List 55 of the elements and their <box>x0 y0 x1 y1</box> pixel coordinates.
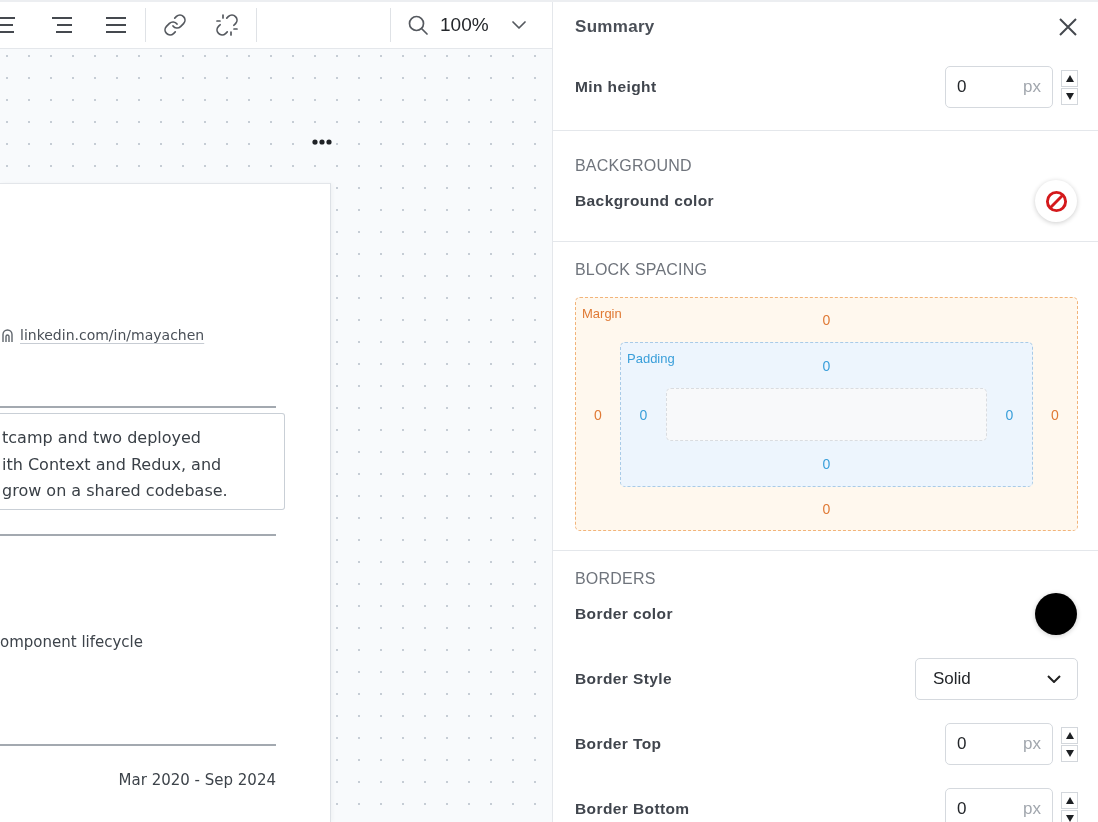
down-triangle-icon <box>1065 814 1074 822</box>
search-icon <box>408 15 428 35</box>
link-icon[interactable] <box>164 14 186 36</box>
number-field[interactable]: 0 px <box>945 66 1053 108</box>
profile-link[interactable]: linkedin.com/in/mayachen <box>20 325 205 345</box>
border-style-select[interactable]: Solid <box>915 658 1078 700</box>
increment-button[interactable] <box>1061 791 1078 809</box>
unlink-icon[interactable] <box>216 14 238 36</box>
no-color-swatch[interactable] <box>1035 180 1077 222</box>
field-label: Border Top <box>575 735 662 753</box>
padding-value[interactable]: 0 <box>822 357 831 374</box>
arch-icon <box>2 328 13 342</box>
margin-value[interactable]: 0 <box>822 312 831 328</box>
down-triangle-icon <box>1065 749 1074 757</box>
field-label: Border Bottom <box>575 800 690 818</box>
color-swatch[interactable] <box>1035 593 1077 635</box>
chevron-down-icon <box>512 21 526 29</box>
up-triangle-icon <box>1065 74 1074 82</box>
section-heading: BORDERS <box>575 569 657 589</box>
section-heading: BACKGROUND <box>575 156 693 176</box>
increment-button[interactable] <box>1061 69 1078 87</box>
padding-label: Padding <box>627 352 675 366</box>
close-icon[interactable] <box>1059 18 1077 36</box>
padding-value[interactable]: 0 <box>1005 406 1014 423</box>
up-triangle-icon <box>1065 796 1074 804</box>
margin-value[interactable]: 0 <box>822 500 831 517</box>
field-label: Min height <box>575 78 657 96</box>
field-label: Border color <box>575 605 673 623</box>
padding-value[interactable]: 0 <box>822 455 831 472</box>
number-field[interactable]: 0 px <box>945 788 1053 822</box>
zoom-select[interactable]: 100% <box>400 7 536 43</box>
number-field[interactable]: 0 px <box>945 723 1053 765</box>
margin-label: Margin <box>582 307 622 321</box>
field-label: Border Style <box>575 670 672 688</box>
margin-value[interactable]: 0 <box>1051 406 1059 423</box>
decrement-button[interactable] <box>1061 87 1078 105</box>
decrement-button[interactable] <box>1061 744 1078 762</box>
margin-value[interactable]: 0 <box>594 406 602 423</box>
summary-paragraph[interactable]: tcamp and two deployed ith Context and Redux, and grow on a shared codebase. <box>0 413 285 510</box>
panel-title: Summary <box>575 16 655 38</box>
more-icon[interactable] <box>312 139 332 145</box>
up-triangle-icon <box>1065 731 1074 739</box>
increment-button[interactable] <box>1061 726 1078 744</box>
text-align-icon[interactable] <box>0 16 16 34</box>
padding-value[interactable]: 0 <box>639 406 648 423</box>
decrement-button[interactable] <box>1061 809 1078 822</box>
justify-icon[interactable] <box>106 16 126 34</box>
no-symbol-icon <box>1044 189 1068 213</box>
down-triangle-icon <box>1065 92 1074 100</box>
align-right-icon[interactable] <box>52 16 72 34</box>
section-heading: BLOCK SPACING <box>575 260 709 280</box>
field-label: Background color <box>575 192 715 210</box>
date-range: Mar 2020 - Sep 2024 <box>117 770 276 790</box>
body-text: omponent lifecycle <box>0 632 144 652</box>
chevron-down-icon <box>1047 675 1061 683</box>
